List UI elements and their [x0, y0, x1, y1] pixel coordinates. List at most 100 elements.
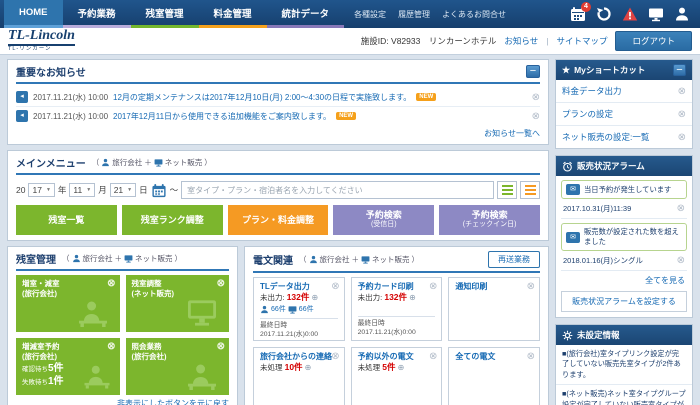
- calendar-badge: 4: [581, 2, 591, 12]
- dismiss-icon[interactable]: ⊗: [532, 92, 540, 103]
- nav-faq[interactable]: よくあるお問合せ: [442, 9, 506, 20]
- card-tl-data-output[interactable]: ⊗ TLデータ出力 未出力: 132件 ⊕ 66件 66件 最終日時2017.1…: [253, 277, 345, 341]
- dismiss-icon[interactable]: ⊗: [429, 280, 437, 294]
- tile-room-change-reservations[interactable]: ⊗ 増減室予約(旅行会社) 確認待ち5件 失敗待ち1件: [16, 338, 120, 395]
- announcement-link[interactable]: 12月の定期メンテナンスは2017年12月10日(月) 2:00～4:30の日程…: [113, 92, 411, 103]
- nav-tab-home[interactable]: HOME: [4, 0, 63, 28]
- dismiss-icon[interactable]: ⊗: [678, 132, 686, 143]
- month-select[interactable]: 11▼: [69, 183, 95, 197]
- announcement-icon: ◂: [16, 91, 28, 103]
- net-sales-icon: [361, 255, 370, 264]
- info-icon: ⊕: [398, 363, 405, 372]
- announcements-panel: 重要なお知らせ − ◂ 2017.11.21(水) 10:00 12月の定期メン…: [7, 59, 549, 145]
- card-all-telegrams[interactable]: ⊗ 全ての電文: [448, 347, 540, 405]
- dismiss-icon[interactable]: ⊗: [217, 277, 225, 290]
- new-badge: NEW: [336, 112, 356, 120]
- configure-alarms-link[interactable]: 販売状況アラームを設定する: [561, 291, 687, 312]
- tile-inquiry-tasks[interactable]: ⊗ 照会業務(旅行会社): [126, 338, 230, 395]
- collapse-announcements-button[interactable]: −: [526, 65, 540, 78]
- logo-bar-right: 施設ID: V82933 リンカーンホテル お知らせ | サイトマップ ログアウ…: [361, 31, 692, 51]
- refresh-icon[interactable]: [596, 6, 612, 22]
- net-sales-icon: [124, 254, 133, 263]
- unset-info-panel: 未設定情報 ■(旅行会社)室タイプリンク設定が完了していない販売先室タイプが2件…: [555, 324, 693, 405]
- shortcuts-panel: ★ Myショートカット − 料金データ出力⊗ プランの設定⊗ ネット販売の設定:…: [555, 59, 693, 149]
- view-all-alarms-link[interactable]: 全てを見る: [561, 271, 687, 289]
- dismiss-icon[interactable]: ⊗: [331, 350, 339, 364]
- list-view-green-icon[interactable]: [497, 181, 517, 199]
- dismiss-icon[interactable]: ⊗: [678, 86, 686, 97]
- nav-tab-statistics[interactable]: 統計データ: [267, 0, 345, 28]
- announcement-date: 2017.11.21(水) 10:00: [33, 92, 108, 103]
- search-input[interactable]: [181, 181, 494, 199]
- dismiss-icon[interactable]: ⊗: [677, 255, 685, 266]
- top-navigation: HOME 予約業務 残室管理 料金管理 統計データ 各種設定 履歴管理 よくある…: [0, 0, 700, 28]
- tile-room-adjust-net[interactable]: ⊗ 残室調整(ネット販売): [126, 275, 230, 332]
- sales-alarm-title: 販売状況アラーム: [577, 160, 645, 172]
- audience-label: （ 旅行会社＋ ネット販売）: [92, 157, 212, 168]
- nav-tab-room-inventory[interactable]: 残室管理: [131, 0, 199, 28]
- dismiss-icon[interactable]: ⊗: [107, 277, 115, 290]
- audience-label: （ 旅行会社＋ ネット販売）: [299, 254, 419, 265]
- room-list-button[interactable]: 残室一覧: [16, 205, 117, 235]
- calendar-picker-icon[interactable]: [151, 183, 167, 198]
- calendar-icon[interactable]: 4: [570, 6, 586, 22]
- resend-button[interactable]: 再送業務: [488, 251, 540, 268]
- info-icon: ⊕: [305, 363, 312, 372]
- main-menu-buttons: 残室一覧 残室ランク調整 プラン・料金調整 予約検索(受信日) 予約検索(チェッ…: [16, 205, 540, 235]
- dismiss-icon[interactable]: ⊗: [107, 340, 115, 353]
- dismiss-icon[interactable]: ⊗: [429, 350, 437, 364]
- reservation-search-received-button[interactable]: 予約検索(受信日): [333, 205, 434, 235]
- restore-hidden-buttons-link[interactable]: 非表示にしたボタンを元に戻す: [16, 395, 229, 405]
- shortcut-plan-settings[interactable]: プランの設定⊗: [556, 103, 692, 126]
- room-rank-adjust-button[interactable]: 残室ランク調整: [122, 205, 223, 235]
- nav-tab-rates[interactable]: 料金管理: [199, 0, 267, 28]
- plan-rate-adjust-button[interactable]: プラン・料金調整: [228, 205, 329, 235]
- logout-button[interactable]: ログアウト: [615, 31, 692, 51]
- shortcut-net-sales-settings[interactable]: ネット販売の設定:一覧⊗: [556, 126, 692, 148]
- nav-tab-reservations[interactable]: 予約業務: [63, 0, 131, 28]
- dismiss-icon[interactable]: ⊗: [217, 340, 225, 353]
- app-logo[interactable]: TL-Lincoln TL-リンカーン: [8, 29, 75, 53]
- user-icon[interactable]: [674, 6, 690, 22]
- nav-history[interactable]: 履歴管理: [398, 9, 430, 20]
- card-notice-print[interactable]: ⊗ 通知印刷: [448, 277, 540, 341]
- announcement-row: ◂ 2017.11.21(水) 10:00 12月の定期メンテナンスは2017年…: [16, 88, 540, 107]
- card-reservation-card-print[interactable]: ⊗ 予約カード印刷 未出力: 132件 ⊕ 最終日時2017.11.21(水)0…: [351, 277, 443, 341]
- dismiss-icon[interactable]: ⊗: [677, 203, 685, 214]
- shortcut-rate-data-output[interactable]: 料金データ出力⊗: [556, 80, 692, 103]
- nav-settings[interactable]: 各種設定: [354, 9, 386, 20]
- new-badge: NEW: [416, 93, 436, 101]
- announcements-more-link[interactable]: お知らせ一覧へ: [16, 125, 540, 139]
- list-view-orange-icon[interactable]: [520, 181, 540, 199]
- monitor-icon[interactable]: [648, 6, 664, 22]
- notice-link[interactable]: お知らせ: [504, 35, 538, 47]
- alarm-mail-icon: ✉: [566, 232, 580, 243]
- year-select[interactable]: 17▼: [28, 183, 54, 197]
- tile-add-remove-rooms[interactable]: ⊗ 増室・減室(旅行会社): [16, 275, 120, 332]
- card-non-reservation-telegrams[interactable]: ⊗ 予約以外の電文 未処理 5件 ⊕: [351, 347, 443, 405]
- gear-icon: [562, 330, 573, 341]
- day-select[interactable]: 21▼: [110, 183, 136, 197]
- dismiss-icon[interactable]: ⊗: [331, 280, 339, 294]
- dismiss-icon[interactable]: ⊗: [527, 280, 535, 294]
- dismiss-icon[interactable]: ⊗: [678, 109, 686, 120]
- travel-agent-icon: [260, 305, 269, 314]
- card-agency-contact[interactable]: ⊗ 旅行会社からの連絡 未処理 10件 ⊕: [253, 347, 345, 405]
- main-menu-title: メインメニュー: [16, 155, 86, 170]
- main-menu-panel: メインメニュー （ 旅行会社＋ ネット販売） 20 17▼ 年 11▼ 月 21…: [7, 150, 549, 241]
- dismiss-icon[interactable]: ⊗: [532, 111, 540, 122]
- warning-icon[interactable]: [622, 6, 638, 22]
- announcement-link[interactable]: 2017年12月11日から使用できる追加機能をご案内致します。: [113, 111, 331, 122]
- star-icon: ★: [562, 65, 570, 76]
- sales-alarm-panel: 販売状況アラーム ✉ 当日予約が発生しています 2017.10.31(月)11:…: [555, 155, 693, 318]
- day-label: 日: [139, 184, 148, 196]
- sitemap-link[interactable]: サイトマップ: [556, 35, 607, 47]
- collapse-shortcuts-button[interactable]: −: [673, 64, 686, 76]
- info-icon: ⊕: [311, 293, 318, 302]
- reservation-search-checkin-button[interactable]: 予約検索(チェックイン日): [439, 205, 540, 235]
- year-label: 年: [58, 184, 67, 196]
- net-sales-icon: [288, 305, 297, 314]
- info-icon: ⊕: [409, 293, 416, 302]
- logo-bar: TL-Lincoln TL-リンカーン 施設ID: V82933 リンカーンホテ…: [0, 28, 700, 55]
- dismiss-icon[interactable]: ⊗: [527, 350, 535, 364]
